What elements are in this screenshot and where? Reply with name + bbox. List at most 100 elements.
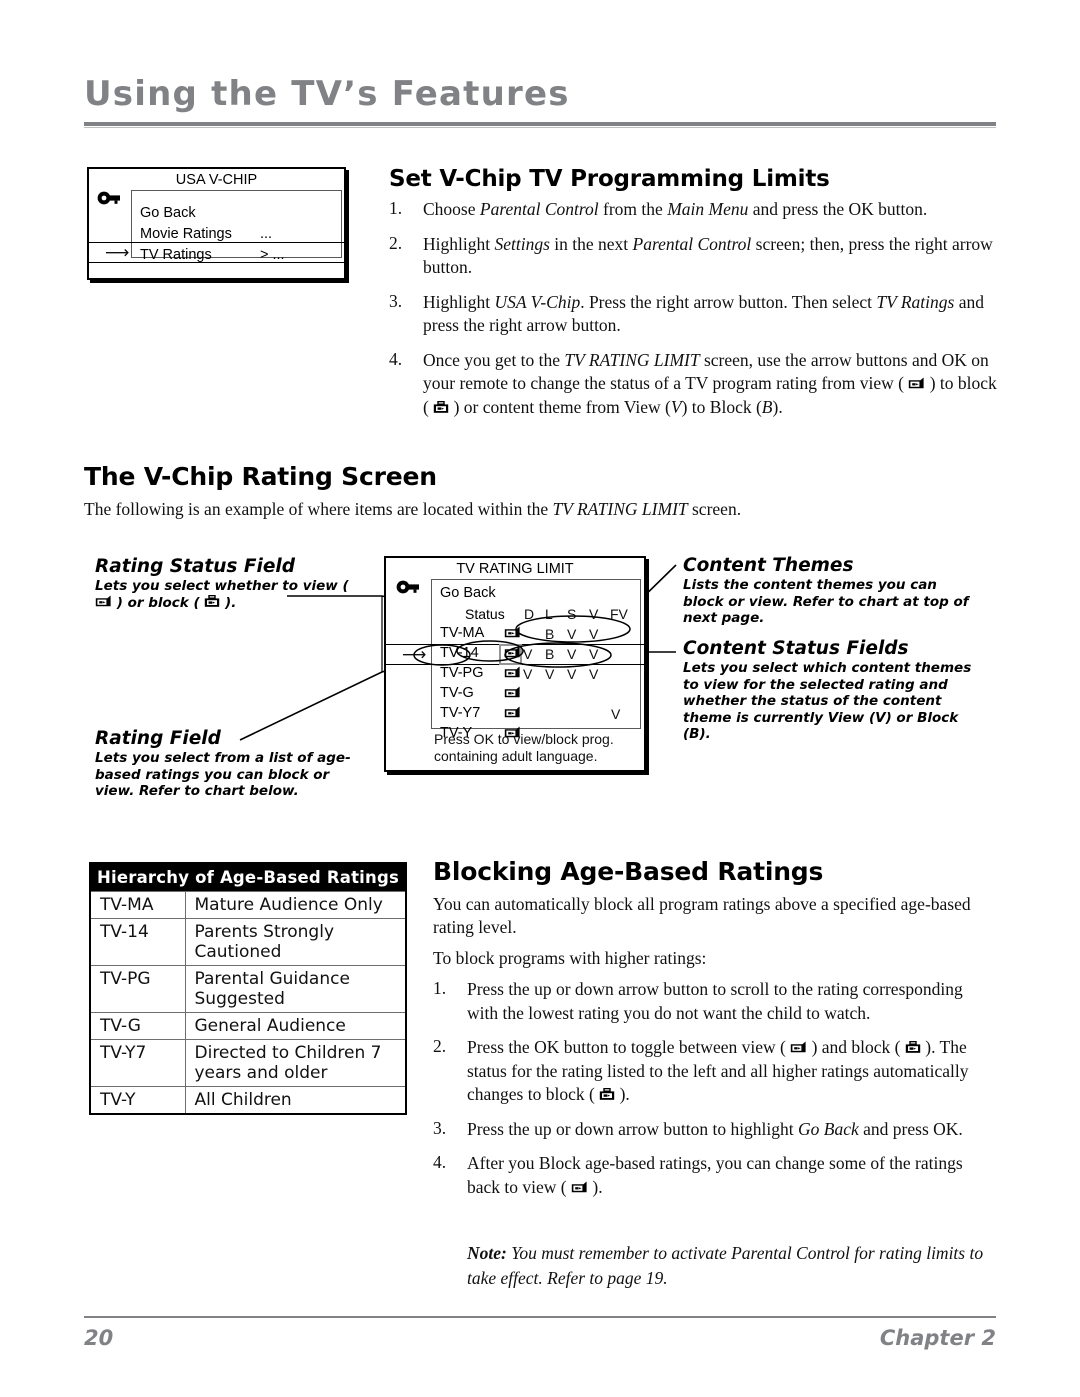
- usa-vchip-row-movie[interactable]: Movie Ratings ...: [140, 226, 336, 242]
- theme-status-V[interactable]: V: [589, 666, 598, 682]
- page-title: Using the TV’s Features: [84, 74, 570, 114]
- list-item: 3. Highlight USA V-Chip. Press the right…: [389, 291, 999, 338]
- usa-vchip-row-tvratings[interactable]: TV Ratings > ...: [140, 247, 336, 263]
- callout-title: Rating Status Field: [95, 556, 295, 577]
- block-icon: [433, 400, 449, 416]
- table-row[interactable]: TV-MA B V V: [432, 625, 642, 645]
- view-icon[interactable]: [504, 626, 521, 641]
- note-text: You must remember to activate Parental C…: [467, 1243, 984, 1288]
- callout-body: Lets you select whether to view ( ) or b…: [95, 578, 349, 611]
- table-row: TV-G General Audience: [89, 1012, 407, 1040]
- rating-label: TV-Y7: [440, 705, 481, 721]
- hierarchy-table: Hierarchy of Age-Based Ratings TV-MA Mat…: [89, 862, 407, 1115]
- section3-para2: To block programs with higher ratings:: [433, 948, 707, 968]
- view-icon[interactable]: [504, 686, 521, 701]
- step-number: 3.: [389, 290, 403, 311]
- tv-rating-limit-goback[interactable]: Go Back: [440, 585, 496, 601]
- usa-vchip-row-goback[interactable]: Go Back: [140, 205, 196, 221]
- block-icon: [905, 1041, 921, 1056]
- list-item: 2. Highlight Settings in the next Parent…: [389, 233, 999, 280]
- rating-rows: TV-MA B V V TV-14 V B V V TV-PG V V V V …: [432, 625, 642, 745]
- selected-status-cell: [499, 644, 522, 665]
- callout-body: Lists the content themes you can block o…: [683, 577, 969, 626]
- view-icon[interactable]: [504, 666, 521, 681]
- tv-rating-limit-goback-label: Go Back: [440, 585, 496, 601]
- theme-col-V: V: [589, 606, 599, 622]
- step-number: 4.: [389, 348, 403, 369]
- rating-code: TV-PG: [89, 965, 186, 1013]
- theme-status-S[interactable]: V: [567, 626, 576, 642]
- theme-status-S[interactable]: V: [567, 666, 576, 682]
- footer-rule: [84, 1316, 996, 1318]
- table-row[interactable]: TV-G: [432, 685, 642, 705]
- status-column-header: Status: [465, 606, 505, 622]
- section3-note: Note: You must remember to activate Pare…: [467, 1241, 987, 1291]
- tv-rating-limit-list: Go Back Status D L S V FV TV-MA B V V TV…: [431, 579, 641, 741]
- section3-para1: You can automatically block all program …: [433, 894, 971, 937]
- theme-status-L[interactable]: V: [545, 666, 554, 682]
- theme-status-D[interactable]: V: [523, 666, 532, 682]
- section2-intro: The following is an example of where ite…: [84, 499, 742, 519]
- table-row[interactable]: TV-Y7 V: [432, 705, 642, 725]
- section3-steps: 1. Press the up or down arrow button to …: [433, 978, 993, 1210]
- rating-desc: Directed to Children 7 years and older: [184, 1039, 407, 1087]
- step-text: After you Block age-based ratings, you c…: [467, 1153, 963, 1197]
- block-icon: [599, 1088, 615, 1103]
- header-rule-thin: [84, 127, 996, 128]
- callout-title: Content Themes: [683, 555, 854, 576]
- right-arrow-icon: ⟶: [402, 645, 427, 665]
- theme-col-D: D: [524, 606, 535, 622]
- step-number: 3.: [433, 1117, 447, 1138]
- theme-col-L: L: [545, 606, 553, 622]
- table-row[interactable]: TV-PG V V V V: [432, 665, 642, 685]
- usa-vchip-row-tvratings-label: TV Ratings: [140, 247, 212, 263]
- manual-page: Using the TV’s Features USA V-CHIP Go Ba…: [0, 0, 1080, 1397]
- theme-status-V[interactable]: V: [589, 626, 598, 642]
- table-row: TV-PG Parental Guidance Suggested: [89, 965, 407, 1013]
- page-number: 20: [84, 1326, 114, 1350]
- osd-hint-line2: containing adult language.: [434, 748, 598, 764]
- step-text: Once you get to the TV RATING LIMIT scre…: [423, 349, 997, 417]
- right-arrow-icon: ⟶: [105, 243, 130, 263]
- callout-body: Lets you select from a list of age-based…: [95, 750, 351, 799]
- rating-label: TV-14: [440, 645, 479, 661]
- list-item: 4. After you Block age-based ratings, yo…: [433, 1152, 993, 1199]
- rating-label: TV-PG: [440, 665, 484, 681]
- usa-vchip-osd-list: Go Back Movie Ratings ... TV Ratings > .…: [131, 190, 342, 263]
- callout-title: Rating Field: [95, 728, 221, 749]
- step-text: Press the up or down arrow button to scr…: [467, 979, 963, 1023]
- callout-rating-field: Rating Field Lets you select from a list…: [95, 728, 370, 800]
- key-icon: [97, 191, 121, 210]
- list-item: 2. Press the OK button to toggle between…: [433, 1036, 993, 1107]
- osd-hint: Press OK to view/block prog. containing …: [434, 731, 614, 765]
- usa-vchip-osd-title: USA V-CHIP: [175, 172, 258, 188]
- table-row: TV-14 Parents Strongly Cautioned: [89, 918, 407, 966]
- list-item: 1. Press the up or down arrow button to …: [433, 978, 993, 1025]
- theme-status-L[interactable]: B: [545, 626, 554, 642]
- step-text: Highlight Settings in the next Parental …: [423, 233, 993, 278]
- theme-status-V[interactable]: V: [589, 646, 598, 662]
- usa-vchip-row-tvratings-value: > ...: [260, 247, 285, 263]
- theme-status-L[interactable]: B: [545, 646, 554, 662]
- section1-heading: Set V-Chip TV Programming Limits: [389, 166, 830, 192]
- rating-label: TV-MA: [440, 625, 485, 641]
- rating-code: TV-14: [89, 918, 186, 966]
- section2-heading: The V-Chip Rating Screen: [84, 462, 437, 491]
- view-icon: [790, 1041, 807, 1056]
- rating-label: TV-G: [440, 685, 474, 701]
- block-icon: [204, 594, 220, 610]
- status-label: Status: [465, 606, 505, 622]
- table-row[interactable]: TV-14 V B V V: [432, 645, 642, 665]
- callout-rating-status-field: Rating Status Field Lets you select whet…: [95, 556, 370, 611]
- rating-code: TV-Y: [89, 1086, 186, 1115]
- hierarchy-table-header: Hierarchy of Age-Based Ratings: [89, 862, 407, 892]
- theme-status-FV[interactable]: V: [611, 706, 620, 722]
- view-icon[interactable]: [504, 706, 521, 721]
- view-icon: [571, 1181, 588, 1196]
- rating-desc: All Children: [184, 1086, 407, 1115]
- section3-heading: Blocking Age-Based Ratings: [433, 857, 824, 886]
- theme-status-D[interactable]: V: [523, 646, 532, 662]
- theme-status-S[interactable]: V: [567, 646, 576, 662]
- note-label: Note:: [467, 1243, 507, 1263]
- rating-desc: Parents Strongly Cautioned: [184, 918, 407, 966]
